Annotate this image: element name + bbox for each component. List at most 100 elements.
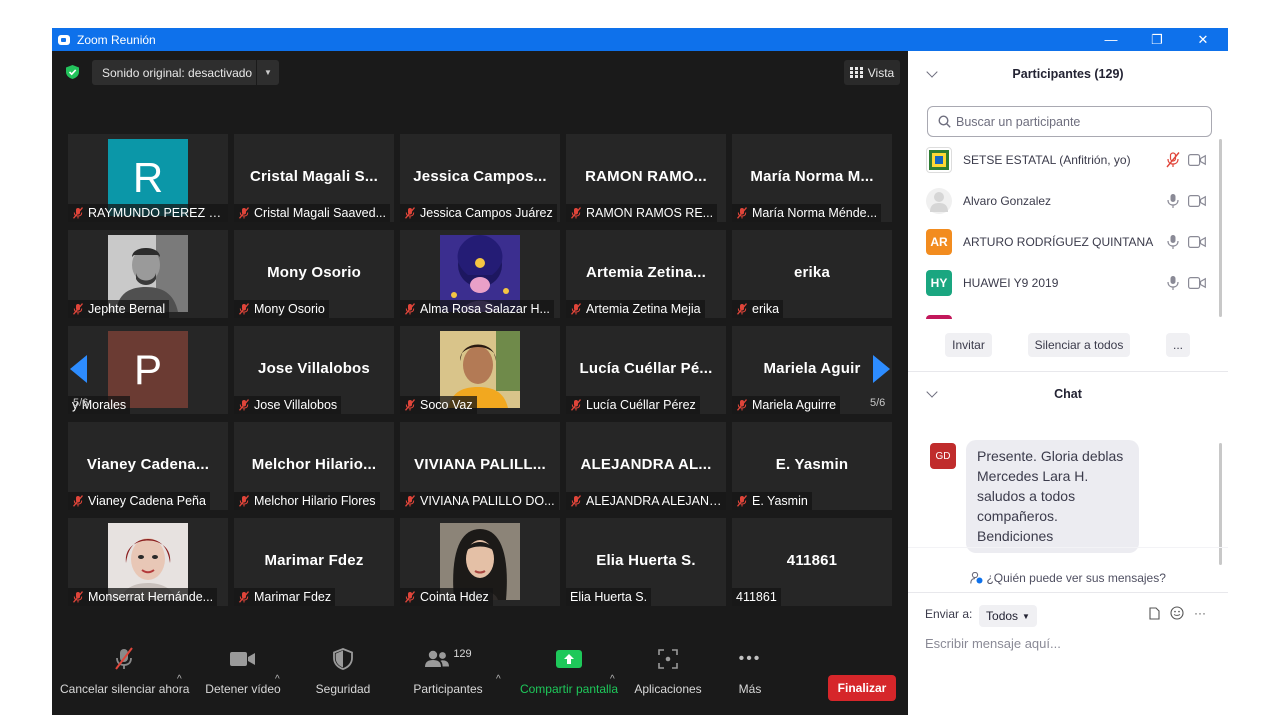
participant-display-name: Mony Osorio — [267, 264, 361, 281]
participant-list-item[interactable]: Alvaro Gonzalez — [908, 180, 1218, 221]
share-options-caret-icon[interactable]: ^ — [610, 674, 615, 685]
muted-microphone-icon — [115, 647, 133, 670]
participant-list-item[interactable]: HY HUAWEI Y9 2019 — [908, 262, 1218, 303]
muted-mic-icon[interactable] — [1166, 151, 1180, 168]
participant-search-input[interactable]: Buscar un participante — [927, 106, 1212, 137]
close-button[interactable]: ✕ — [1180, 28, 1226, 51]
original-sound-toggle[interactable]: Sonido original: desactivado ▼ — [92, 60, 279, 85]
participant-tile[interactable]: Melchor Hilario... Melchor Hilario Flores — [234, 422, 394, 510]
participant-tile[interactable]: ALEJANDRA AL... ALEJANDRA ALEJAND... — [566, 422, 726, 510]
minimize-button[interactable]: — — [1088, 28, 1134, 51]
participant-display-name: Jose Villalobos — [258, 360, 370, 377]
stop-video-button[interactable]: Detener vídeo — [200, 638, 286, 696]
participant-name-label: RAYMUNDO PEREZ Z... — [68, 204, 228, 222]
mute-all-button[interactable]: Silenciar a todos — [1028, 333, 1130, 357]
muted-mic-icon — [73, 591, 83, 603]
muted-mic-icon — [239, 303, 249, 315]
participant-tile[interactable]: Lucía Cuéllar Pé... Lucía Cuéllar Pérez — [566, 326, 726, 414]
emoji-icon[interactable] — [1170, 606, 1184, 620]
participant-tile[interactable]: Monserrat Hernánde... — [68, 518, 228, 606]
microphone-icon[interactable] — [1166, 193, 1180, 209]
invite-button[interactable]: Invitar — [945, 333, 992, 357]
video-icon[interactable] — [1188, 276, 1206, 289]
chat-message-input[interactable]: Escribir mensaje aquí... — [925, 636, 1061, 651]
participant-name-label: Melchor Hilario Flores — [234, 492, 380, 510]
security-button[interactable]: Seguridad — [304, 638, 382, 696]
encryption-shield-icon[interactable] — [66, 65, 79, 79]
participant-name-label: Jose Villalobos — [234, 396, 342, 414]
who-can-see-messages-link[interactable]: ¿Quién puede ver sus mensajes? — [908, 571, 1228, 585]
participants-options-caret-icon[interactable]: ^ — [496, 674, 501, 685]
send-to-label: Enviar a: — [925, 607, 973, 621]
apps-button[interactable]: Aplicaciones — [630, 638, 706, 696]
participant-tile[interactable]: Vianey Cadena... Vianey Cadena Peña — [68, 422, 228, 510]
muted-mic-icon — [737, 207, 747, 219]
muted-mic-icon — [571, 303, 581, 315]
video-icon[interactable] — [1188, 194, 1206, 207]
participant-tile[interactable]: VIVIANA PALILL... VIVIANA PALILLO DO... — [400, 422, 560, 510]
participant-tile[interactable]: R RAYMUNDO PEREZ Z... — [68, 134, 228, 222]
file-icon[interactable] — [1149, 606, 1160, 620]
video-options-caret-icon[interactable]: ^ — [275, 674, 280, 685]
participant-name: Soco Vaz — [420, 398, 473, 412]
page-indicator-right: 5/6 — [870, 397, 886, 409]
participant-tile[interactable]: Marimar Fdez Marimar Fdez — [234, 518, 394, 606]
participant-list-item[interactable]: SETSE ESTATAL (Anfitrión, yo) — [908, 139, 1218, 180]
restore-button[interactable]: ❐ — [1134, 28, 1180, 51]
chat-more-icon[interactable]: ··· — [1194, 606, 1206, 620]
participant-tile[interactable]: Jephte Bernal — [68, 230, 228, 318]
participant-tile[interactable]: Mariela Aguir Mariela Aguirre — [732, 326, 892, 414]
meeting-toolbar: Cancelar silenciar ahora ^ Detener vídeo… — [52, 638, 908, 715]
participant-tile[interactable]: E. Yasmin E. Yasmin — [732, 422, 892, 510]
unmute-label: Cancelar silenciar ahora — [60, 682, 190, 696]
microphone-icon[interactable] — [1166, 234, 1180, 250]
participants-more-button[interactable]: ... — [1166, 333, 1190, 357]
participant-tile[interactable]: María Norma M... María Norma Ménde... — [732, 134, 892, 222]
more-label: Más — [738, 682, 762, 696]
microphone-icon[interactable] — [1166, 275, 1180, 291]
more-button[interactable]: ••• Más — [728, 638, 772, 696]
participant-tile[interactable]: Jessica Campos... Jessica Campos Juárez — [400, 134, 560, 222]
participant-tile[interactable]: Artemia Zetina... Artemia Zetina Mejia — [566, 230, 726, 318]
participants-panel-title: Participantes (129) — [1012, 67, 1124, 81]
next-page-arrow-icon[interactable] — [873, 355, 890, 383]
participant-tile[interactable]: erika erika — [732, 230, 892, 318]
zoom-logo-icon — [58, 34, 70, 45]
muted-mic-icon — [571, 207, 581, 219]
participants-button[interactable]: 129 Participantes — [408, 638, 488, 696]
unmute-button[interactable]: Cancelar silenciar ahora — [60, 638, 190, 696]
participant-display-name: RAMON RAMO... — [585, 168, 707, 185]
audio-options-caret-icon[interactable]: ^ — [177, 674, 182, 685]
participant-display-name: Elia Huerta S. — [596, 552, 696, 569]
participant-name: Lucía Cuéllar Pérez — [586, 398, 696, 412]
chevron-down-icon[interactable]: ▼ — [257, 68, 279, 77]
share-screen-button[interactable]: Compartir pantalla — [518, 638, 620, 696]
participant-list-item-partial[interactable] — [926, 315, 952, 319]
end-meeting-button[interactable]: Finalizar — [828, 675, 896, 701]
participant-tile[interactable]: Mony Osorio Mony Osorio — [234, 230, 394, 318]
participant-tile[interactable]: Cointa Hdez — [400, 518, 560, 606]
participant-tile[interactable]: RAMON RAMO... RAMON RAMOS RE... — [566, 134, 726, 222]
participants-label: Participantes — [413, 682, 483, 696]
chat-title: Chat — [1054, 387, 1082, 401]
participant-tile[interactable]: 411861 411861 — [732, 518, 892, 606]
send-to-dropdown[interactable]: Todos ▼ — [979, 605, 1037, 627]
participant-tile[interactable]: Jose Villalobos Jose Villalobos — [234, 326, 394, 414]
participant-tile[interactable]: Soco Vaz — [400, 326, 560, 414]
participants-scrollbar[interactable] — [1219, 139, 1222, 317]
muted-mic-icon — [737, 399, 747, 411]
video-icon[interactable] — [1188, 235, 1206, 248]
participant-list-item[interactable]: AR ARTURO RODRÍGUEZ QUINTANA — [908, 221, 1218, 262]
participant-display-name: 411861 — [786, 552, 838, 569]
view-button[interactable]: Vista — [844, 60, 900, 85]
participant-name-label: Artemia Zetina Mejia — [566, 300, 705, 318]
participant-name: VIVIANA PALILLO DO... — [420, 494, 555, 508]
participant-tile[interactable]: Alma Rosa Salazar H... — [400, 230, 560, 318]
participant-tile[interactable]: Cristal Magali S... Cristal Magali Saaved… — [234, 134, 394, 222]
video-icon[interactable] — [1188, 153, 1206, 166]
muted-mic-icon — [405, 591, 415, 603]
participant-tile[interactable]: Py Morales — [68, 326, 228, 414]
participant-tile[interactable]: Elia Huerta S. Elia Huerta S. — [566, 518, 726, 606]
participant-name-label: Elia Huerta S. — [566, 588, 652, 606]
previous-page-arrow-icon[interactable] — [70, 355, 87, 383]
